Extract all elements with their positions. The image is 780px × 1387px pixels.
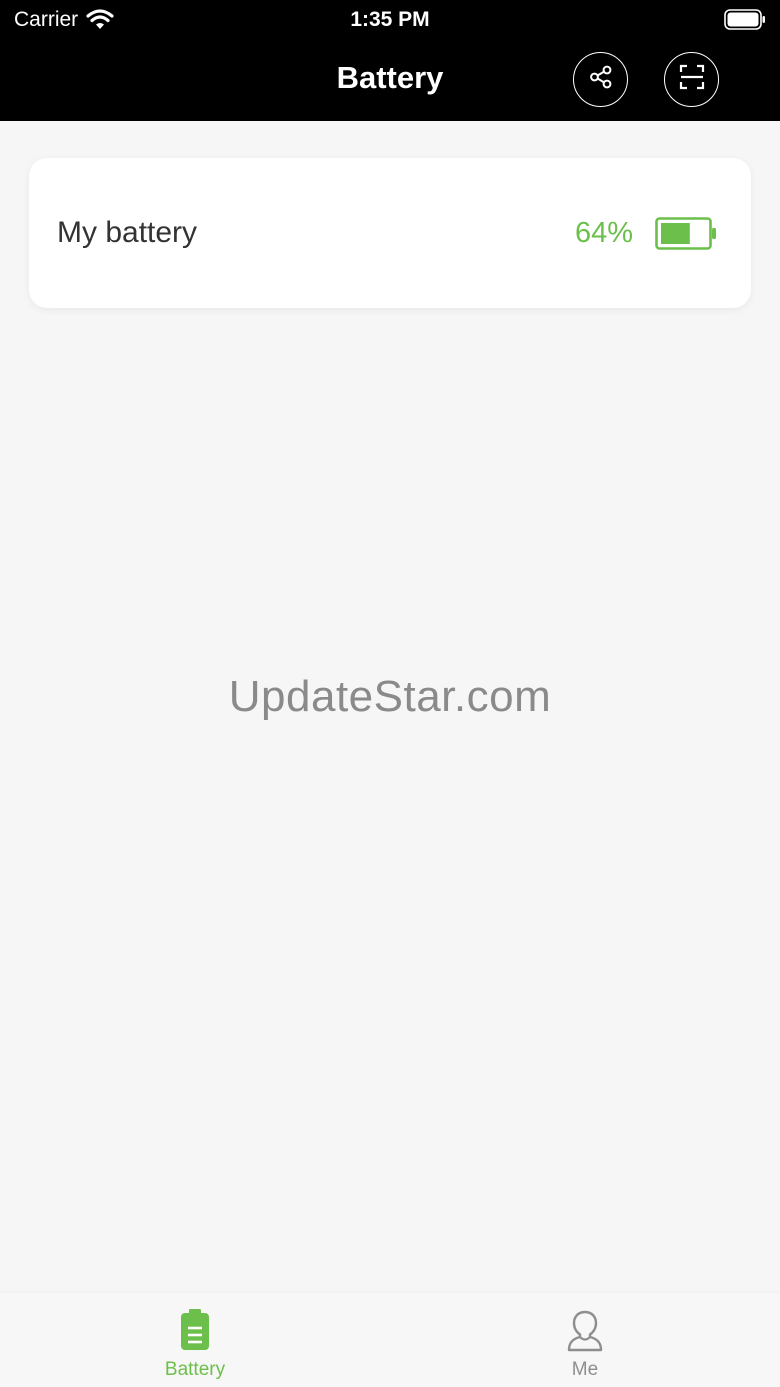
battery-percent: 64% — [574, 217, 633, 249]
header: Carrier 1:35 PM Battery — [0, 0, 780, 121]
page-title: Battery — [336, 60, 444, 95]
battery-tab-icon — [173, 1309, 217, 1353]
battery-level-icon — [655, 217, 717, 250]
battery-status-icon — [724, 9, 766, 30]
battery-card-label: My battery — [57, 216, 198, 249]
status-time: 1:35 PM — [350, 8, 430, 31]
share-icon — [588, 64, 614, 95]
scan-icon — [678, 63, 706, 96]
tab-battery[interactable]: Battery — [0, 1293, 390, 1387]
battery-card[interactable]: My battery 64% — [29, 158, 751, 308]
battery-level-fill — [661, 223, 690, 244]
tab-bar: Battery Me — [0, 1293, 780, 1387]
tab-me-label: Me — [571, 1359, 599, 1380]
person-icon — [563, 1309, 607, 1353]
app-root: Carrier 1:35 PM Battery My battery 64% U… — [0, 0, 780, 1387]
share-button[interactable] — [573, 52, 628, 107]
tab-battery-label: Battery — [164, 1359, 226, 1380]
tab-me[interactable]: Me — [390, 1293, 780, 1387]
watermark-text: UpdateStar.com — [228, 672, 552, 721]
status-bar: Carrier 1:35 PM — [0, 0, 780, 40]
scan-button[interactable] — [664, 52, 719, 107]
